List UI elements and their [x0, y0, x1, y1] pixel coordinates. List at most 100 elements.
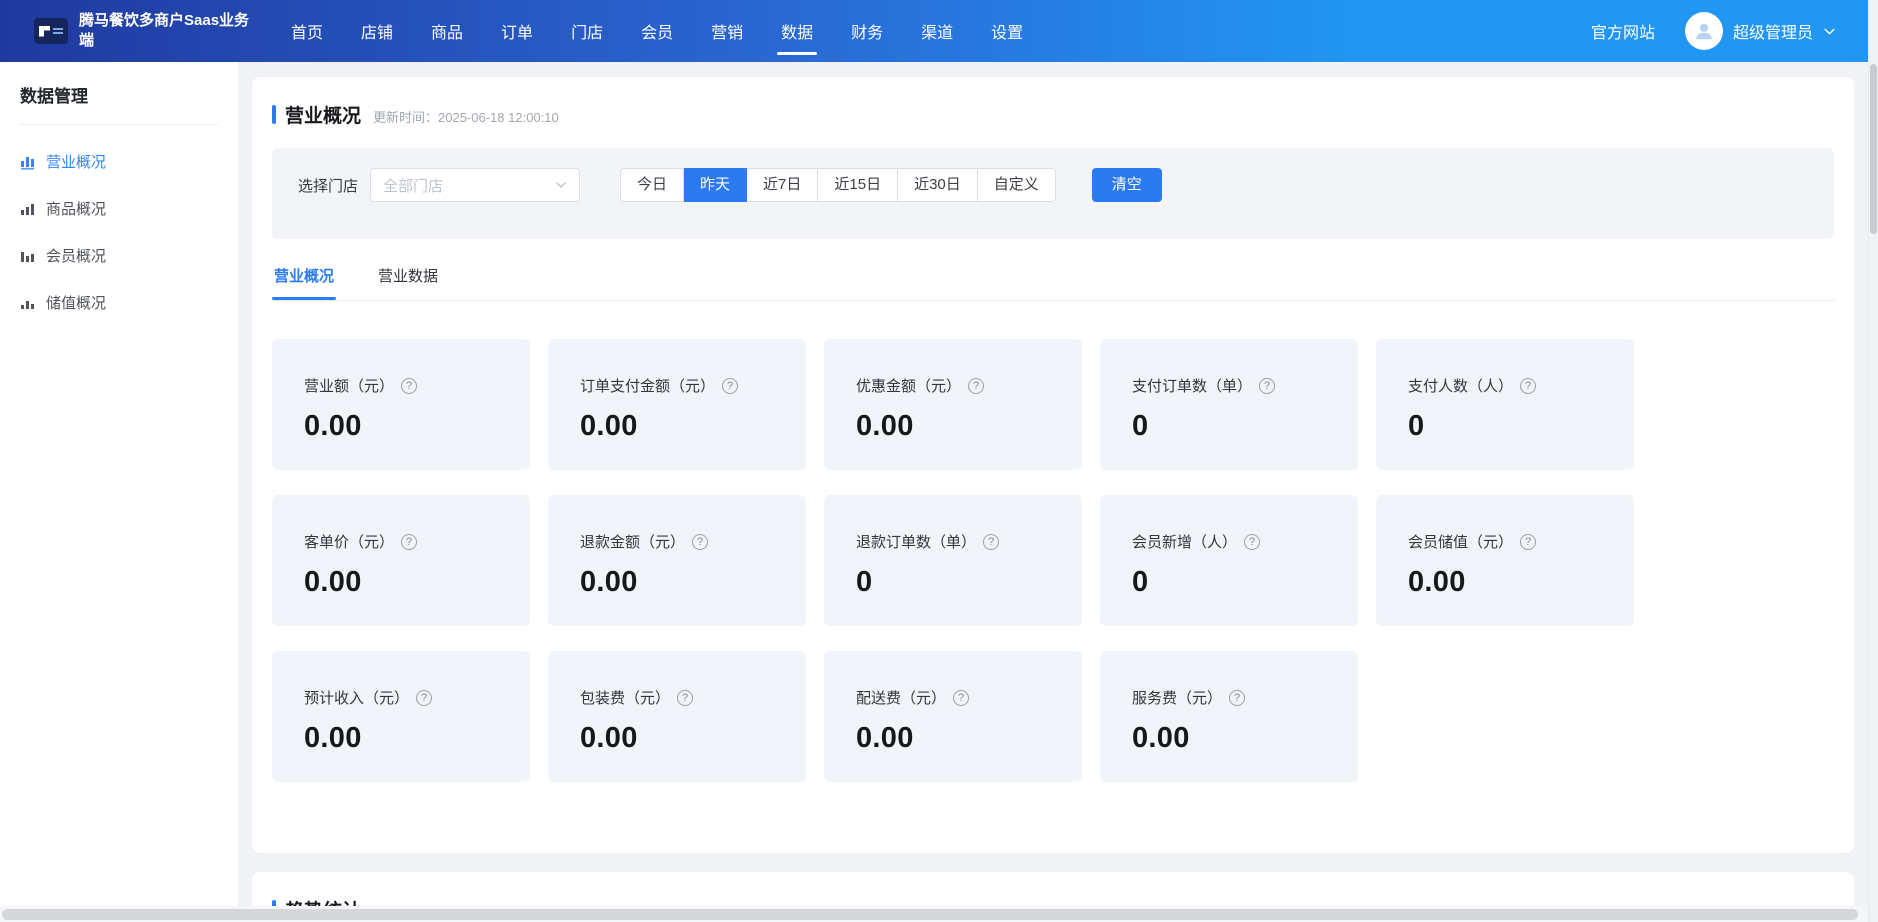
help-icon[interactable]: ? [401, 378, 417, 394]
help-icon[interactable]: ? [953, 690, 969, 706]
overview-tabs: 营业概况 营业数据 [272, 265, 1834, 301]
help-icon[interactable]: ? [1229, 690, 1245, 706]
stat-value: 0 [856, 566, 1050, 599]
store-select-placeholder: 全部门店 [383, 175, 443, 196]
stat-card-delivery-fee: 配送费（元）? 0.00 [824, 651, 1082, 782]
range-15days-button[interactable]: 近15日 [818, 168, 898, 202]
stat-label: 客单价（元） [304, 531, 394, 552]
help-icon[interactable]: ? [722, 378, 738, 394]
nav-goods[interactable]: 商品 [412, 0, 482, 62]
clear-button[interactable]: 清空 [1092, 168, 1162, 202]
top-navbar: 腾马餐饮多商户Saas业务端 首页 店铺 商品 订单 门店 会员 营销 数据 财… [0, 0, 1878, 62]
sidebar-item-label: 会员概况 [46, 245, 106, 266]
page-title: 营业概况 [285, 101, 361, 128]
stat-value: 0 [1132, 410, 1326, 443]
stat-value: 0 [1132, 566, 1326, 599]
stat-value: 0.00 [856, 410, 1050, 443]
store-select[interactable]: 全部门店 [370, 168, 580, 202]
stat-label: 配送费（元） [856, 687, 946, 708]
horizontal-scrollbar-track [0, 906, 1878, 922]
stat-label: 支付人数（人） [1408, 375, 1513, 396]
navbar-right: 官方网站 超级管理员 [1591, 12, 1836, 50]
bar-chart-icon [20, 201, 36, 217]
sidebar-item-label: 储值概况 [46, 292, 106, 313]
help-icon[interactable]: ? [416, 690, 432, 706]
nav-marketing[interactable]: 营销 [692, 0, 762, 62]
range-yesterday-button[interactable]: 昨天 [684, 168, 747, 202]
stat-card-order-paid-amount: 订单支付金额（元）? 0.00 [548, 339, 806, 470]
stat-card-new-members: 会员新增（人）? 0 [1100, 495, 1358, 626]
brand[interactable]: 腾马餐饮多商户Saas业务端 [34, 11, 262, 52]
stat-label: 包装费（元） [580, 687, 670, 708]
main-nav: 首页 店铺 商品 订单 门店 会员 营销 数据 财务 渠道 设置 [272, 0, 1042, 62]
help-icon[interactable]: ? [983, 534, 999, 550]
stat-card-paid-orders: 支付订单数（单）? 0 [1100, 339, 1358, 470]
nav-channel[interactable]: 渠道 [902, 0, 972, 62]
horizontal-scrollbar-thumb[interactable] [2, 909, 1858, 920]
user-name: 超级管理员 [1733, 19, 1813, 43]
store-select-label: 选择门店 [298, 175, 358, 196]
nav-branch[interactable]: 门店 [552, 0, 622, 62]
nav-data[interactable]: 数据 [762, 0, 832, 62]
help-icon[interactable]: ? [401, 534, 417, 550]
stat-label: 会员新增（人） [1132, 531, 1237, 552]
nav-settings[interactable]: 设置 [972, 0, 1042, 62]
stat-label: 优惠金额（元） [856, 375, 961, 396]
stat-card-avg-order-value: 客单价（元）? 0.00 [272, 495, 530, 626]
stat-label: 退款订单数（单） [856, 531, 976, 552]
stat-label: 预计收入（元） [304, 687, 409, 708]
brand-logo-icon [34, 18, 68, 44]
stat-value: 0 [1408, 410, 1602, 443]
range-custom-button[interactable]: 自定义 [978, 168, 1056, 202]
stat-value: 0.00 [1132, 722, 1326, 755]
range-today-button[interactable]: 今日 [620, 168, 684, 202]
help-icon[interactable]: ? [1520, 534, 1536, 550]
nav-store[interactable]: 店铺 [342, 0, 412, 62]
stat-value: 0.00 [580, 722, 774, 755]
sidebar-item-stored-value-overview[interactable]: 储值概况 [20, 292, 218, 313]
help-icon[interactable]: ? [1259, 378, 1275, 394]
stat-value: 0.00 [580, 410, 774, 443]
user-menu[interactable]: 超级管理员 [1685, 12, 1836, 50]
tab-business-data[interactable]: 营业数据 [378, 265, 438, 300]
vertical-scrollbar-track [1868, 0, 1878, 922]
main-content: 营业概况 更新时间：2025-06-18 12:00:10 选择门店 全部门店 … [238, 62, 1878, 922]
stat-label: 支付订单数（单） [1132, 375, 1252, 396]
chevron-down-icon [1823, 25, 1836, 38]
stat-card-expected-income: 预计收入（元）? 0.00 [272, 651, 530, 782]
brand-name: 腾马餐饮多商户Saas业务端 [79, 11, 251, 52]
user-avatar [1685, 12, 1723, 50]
range-30days-button[interactable]: 近30日 [898, 168, 978, 202]
tab-business-overview[interactable]: 营业概况 [274, 265, 334, 300]
help-icon[interactable]: ? [692, 534, 708, 550]
sidebar-item-business-overview[interactable]: 营业概况 [20, 151, 218, 172]
stat-value: 0.00 [304, 722, 498, 755]
sidebar-item-label: 商品概况 [46, 198, 106, 219]
stat-card-service-fee: 服务费（元）? 0.00 [1100, 651, 1358, 782]
nav-order[interactable]: 订单 [482, 0, 552, 62]
stat-card-discount-amount: 优惠金额（元）? 0.00 [824, 339, 1082, 470]
business-overview-card: 营业概况 更新时间：2025-06-18 12:00:10 选择门店 全部门店 … [252, 77, 1854, 853]
bar-chart-icon [20, 154, 36, 170]
nav-member[interactable]: 会员 [622, 0, 692, 62]
help-icon[interactable]: ? [677, 690, 693, 706]
person-icon [1693, 20, 1715, 42]
filter-row: 选择门店 全部门店 今日 昨天 近7日 近15日 近30日 自定义 清空 [298, 168, 1162, 202]
nav-finance[interactable]: 财务 [832, 0, 902, 62]
range-7days-button[interactable]: 近7日 [747, 168, 818, 202]
official-website-link[interactable]: 官方网站 [1591, 19, 1655, 43]
stat-value: 0.00 [1408, 566, 1602, 599]
section-header: 营业概况 更新时间：2025-06-18 12:00:10 [272, 101, 1834, 128]
stat-card-revenue: 营业额（元）? 0.00 [272, 339, 530, 470]
stat-card-packaging-fee: 包装费（元）? 0.00 [548, 651, 806, 782]
stat-value: 0.00 [304, 410, 498, 443]
stat-label: 会员储值（元） [1408, 531, 1513, 552]
help-icon[interactable]: ? [1244, 534, 1260, 550]
help-icon[interactable]: ? [1520, 378, 1536, 394]
sidebar-item-member-overview[interactable]: 会员概况 [20, 245, 218, 266]
vertical-scrollbar-thumb[interactable] [1870, 64, 1877, 234]
help-icon[interactable]: ? [968, 378, 984, 394]
bar-chart-icon [20, 248, 36, 264]
nav-home[interactable]: 首页 [272, 0, 342, 62]
sidebar-item-goods-overview[interactable]: 商品概况 [20, 198, 218, 219]
